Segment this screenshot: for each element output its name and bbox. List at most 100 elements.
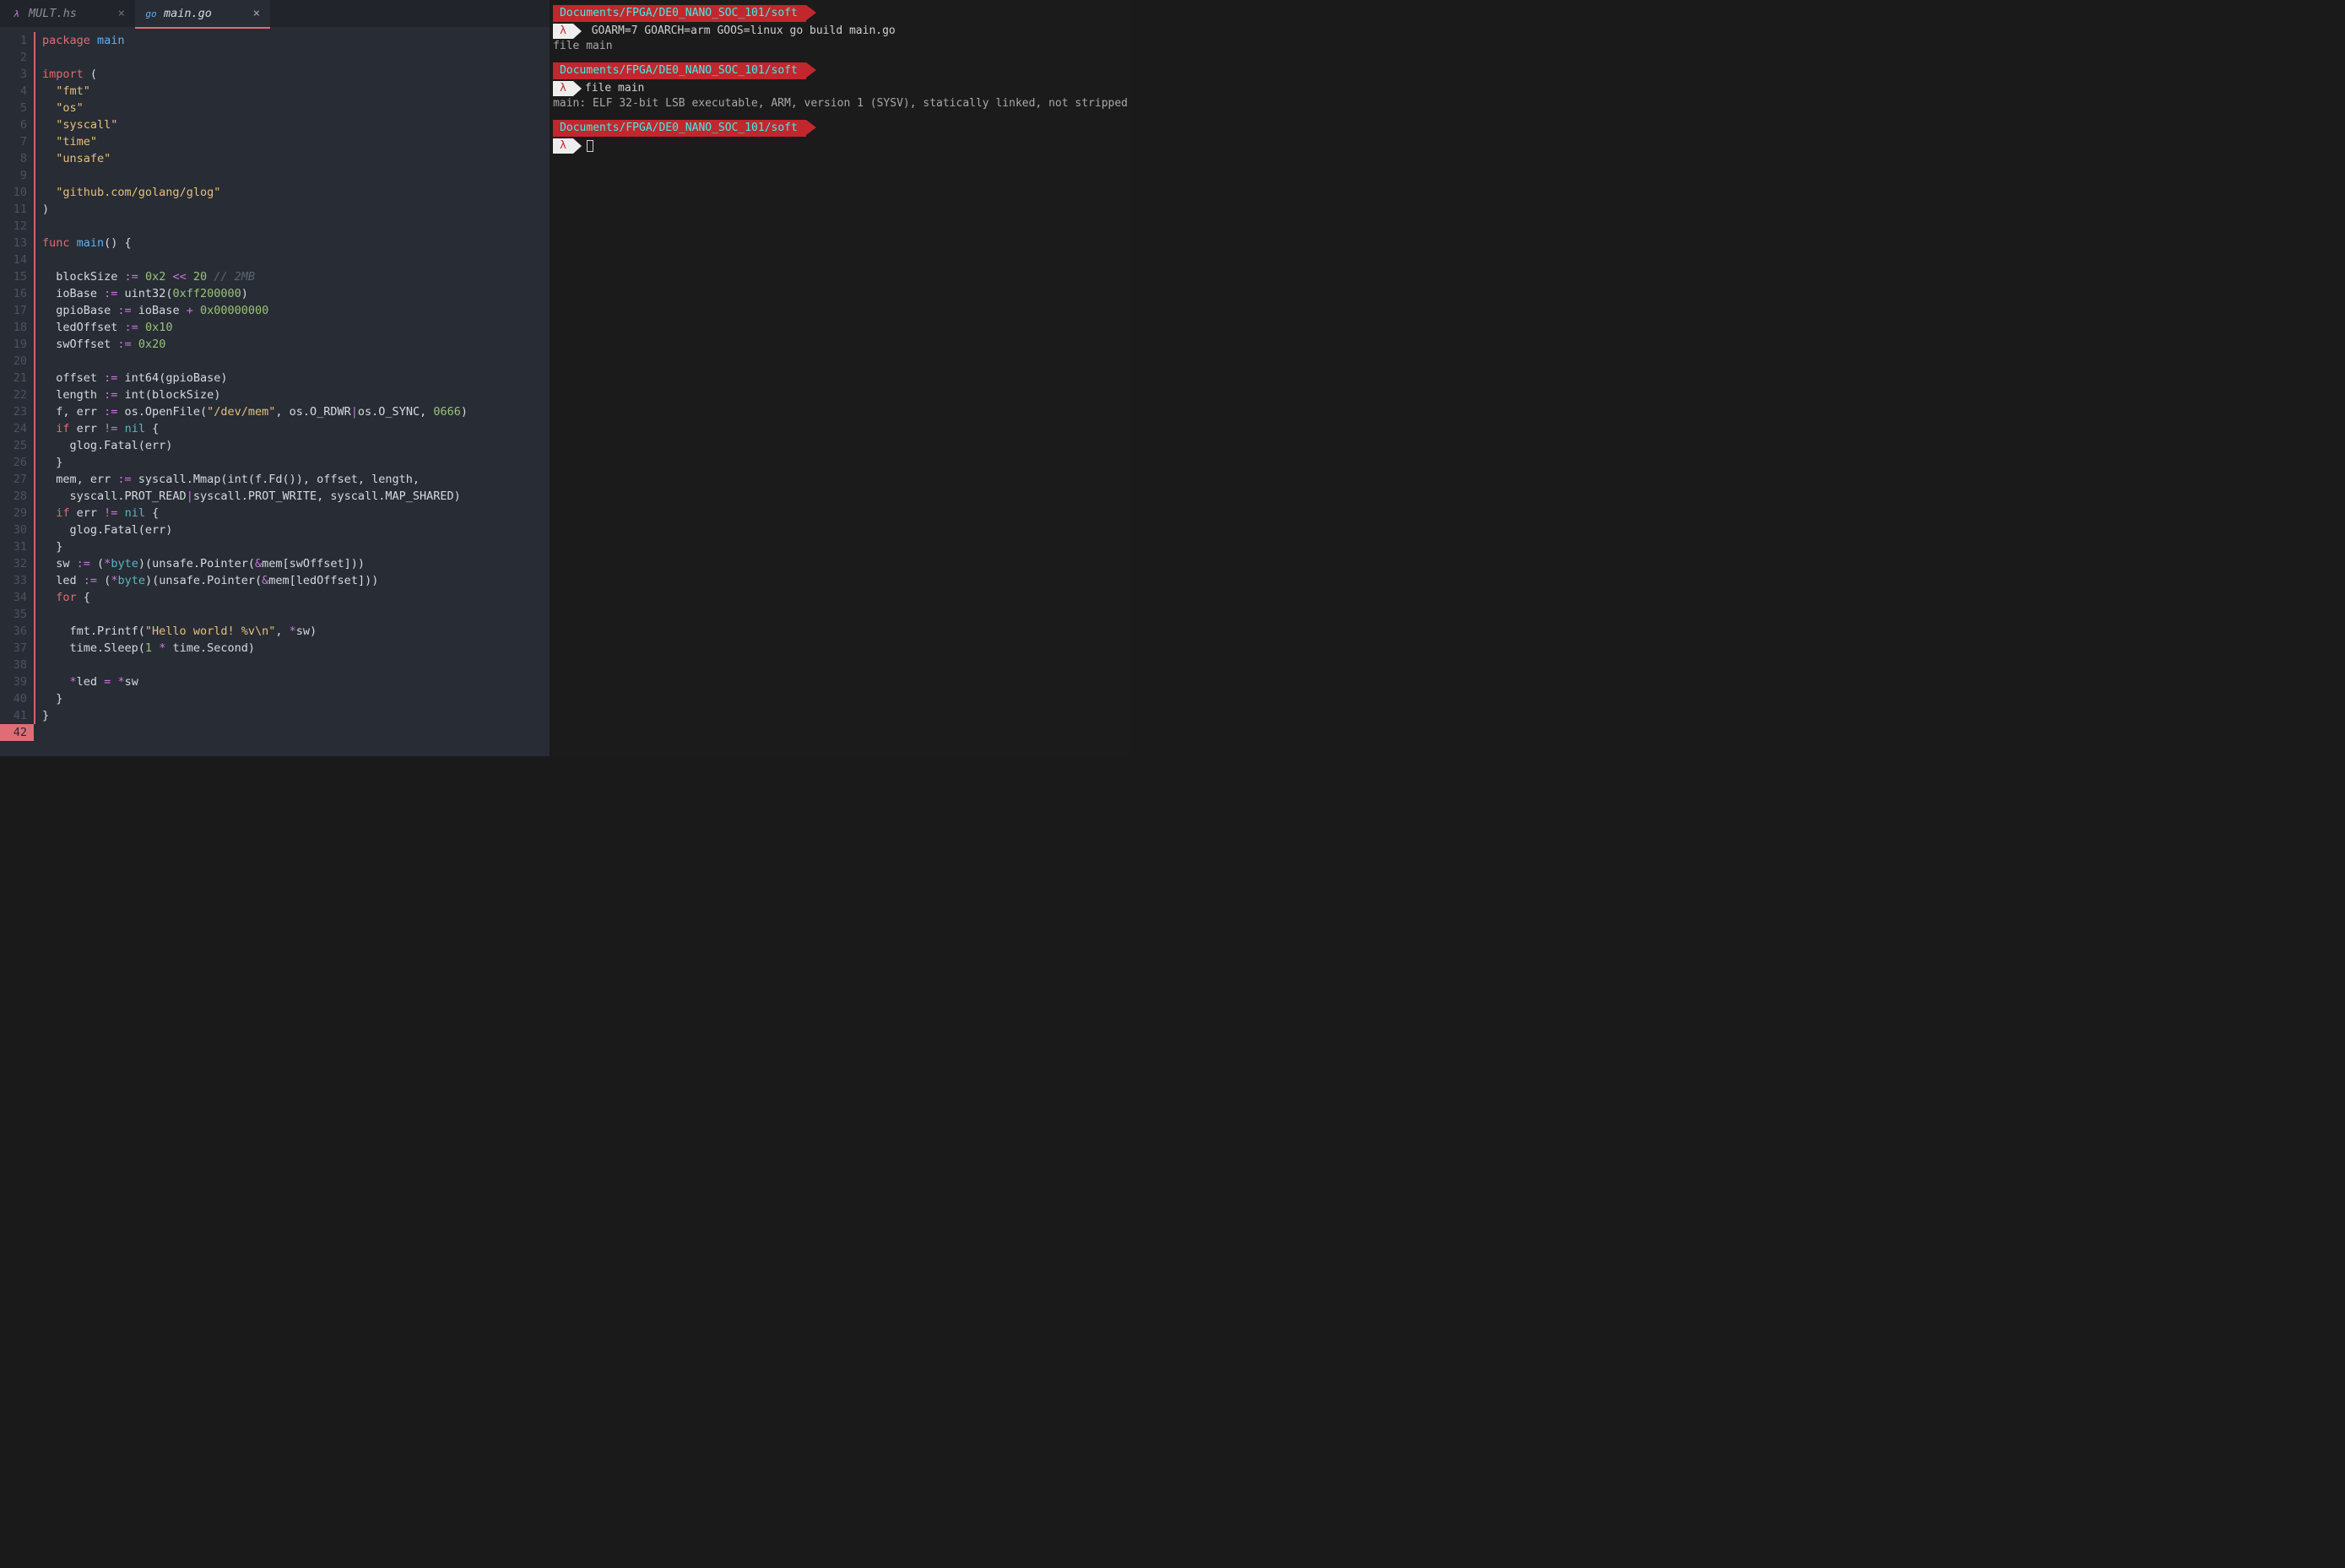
file-type-icon: go — [145, 8, 157, 19]
close-icon[interactable]: × — [253, 7, 260, 20]
tab-mult-hs[interactable]: λMULT.hs× — [0, 0, 135, 27]
code-line[interactable] — [34, 353, 550, 370]
token-op: := — [104, 405, 117, 419]
token-id — [117, 506, 124, 520]
token-kw: if — [56, 422, 69, 435]
line-number: 3 — [0, 66, 27, 83]
code-line[interactable] — [34, 49, 550, 66]
code-line[interactable] — [34, 218, 550, 235]
token-id: glog.Fatal(err) — [42, 523, 172, 537]
code-line[interactable]: glog.Fatal(err) — [34, 522, 550, 538]
close-icon[interactable]: × — [118, 7, 125, 20]
terminal-pane[interactable]: Documents/FPGA/DE0_NANO_SOC_101/softλ GO… — [550, 0, 1131, 756]
line-number: 23 — [0, 403, 27, 420]
code-line[interactable]: } — [34, 454, 550, 471]
code-line[interactable] — [34, 606, 550, 623]
code-line[interactable]: ledOffset := 0x10 — [34, 319, 550, 336]
line-number: 21 — [0, 370, 27, 387]
code-line[interactable]: func main() { — [34, 235, 550, 251]
token-fn: main — [77, 236, 105, 250]
code-line[interactable]: length := int(blockSize) — [34, 387, 550, 403]
code-line[interactable]: "fmt" — [34, 83, 550, 100]
token-op: := — [117, 304, 131, 317]
token-op: | — [187, 489, 193, 503]
token-id: () { — [104, 236, 132, 250]
token-id: length — [42, 388, 104, 402]
line-number: 30 — [0, 522, 27, 538]
token-ty: nil — [125, 422, 145, 435]
terminal-block: Documents/FPGA/DE0_NANO_SOC_101/softλfil… — [553, 62, 1128, 111]
line-number: 31 — [0, 538, 27, 555]
line-number: 29 — [0, 505, 27, 522]
code-line[interactable]: gpioBase := ioBase + 0x00000000 — [34, 302, 550, 319]
code-line[interactable]: if err != nil { — [34, 505, 550, 522]
token-id — [193, 304, 200, 317]
code-line[interactable]: import ( — [34, 66, 550, 83]
code-line[interactable]: "unsafe" — [34, 150, 550, 167]
line-number: 16 — [0, 285, 27, 302]
code-line[interactable]: if err != nil { — [34, 420, 550, 437]
line-number: 15 — [0, 268, 27, 285]
token-id: syscall.Mmap(int(f.Fd()), offset, length… — [132, 473, 420, 486]
line-number: 13 — [0, 235, 27, 251]
code-line[interactable]: "os" — [34, 100, 550, 116]
token-id: int(blockSize) — [117, 388, 220, 402]
token-id: { — [145, 506, 159, 520]
line-number: 20 — [0, 353, 27, 370]
token-ty: byte — [117, 574, 145, 587]
token-id: offset — [42, 371, 104, 385]
token-id: } — [42, 456, 62, 469]
code-line[interactable]: "syscall" — [34, 116, 550, 133]
code-line[interactable]: led := (*byte)(unsafe.Pointer(&mem[ledOf… — [34, 572, 550, 589]
token-id: time.Sleep( — [42, 641, 145, 655]
token-str: "Hello world! %v\n" — [145, 624, 275, 638]
terminal-command[interactable]: GOARM=7 GOARCH=arm GOOS=linux go build m… — [585, 24, 896, 39]
code-line[interactable]: fmt.Printf("Hello world! %v\n", *sw) — [34, 623, 550, 640]
token-id: ( — [90, 557, 104, 570]
code-line[interactable] — [34, 724, 550, 741]
code-line[interactable]: offset := int64(gpioBase) — [34, 370, 550, 387]
code-line[interactable] — [34, 657, 550, 673]
token-id: blockSize — [42, 270, 125, 284]
token-id — [42, 152, 56, 165]
code-body[interactable]: package main import ( "fmt" "os" "syscall… — [34, 32, 550, 756]
code-line[interactable] — [34, 251, 550, 268]
tab-main-go[interactable]: gomain.go× — [135, 0, 270, 27]
code-line[interactable]: ) — [34, 201, 550, 218]
code-line[interactable]: } — [34, 538, 550, 555]
code-line[interactable]: } — [34, 690, 550, 707]
code-line[interactable] — [34, 167, 550, 184]
code-line[interactable]: package main — [34, 32, 550, 49]
code-line[interactable]: *led = *sw — [34, 673, 550, 690]
tab-label: MULT.hs — [29, 7, 77, 20]
code-line[interactable]: "github.com/golang/glog" — [34, 184, 550, 201]
code-line[interactable]: syscall.PROT_READ|syscall.PROT_WRITE, sy… — [34, 488, 550, 505]
token-id — [42, 506, 56, 520]
code-line[interactable]: mem, err := syscall.Mmap(int(f.Fd()), of… — [34, 471, 550, 488]
code-line[interactable]: f, err := os.OpenFile("/dev/mem", os.O_R… — [34, 403, 550, 420]
code-area[interactable]: 1234567891011121314151617181920212223242… — [0, 27, 550, 756]
code-line[interactable]: swOffset := 0x20 — [34, 336, 550, 353]
token-op: := — [117, 338, 131, 351]
code-line[interactable]: "time" — [34, 133, 550, 150]
line-number: 36 — [0, 623, 27, 640]
prompt-cwd: Documents/FPGA/DE0_NANO_SOC_101/soft — [553, 5, 806, 22]
token-str: "os" — [56, 101, 84, 115]
token-op: << — [172, 270, 186, 284]
token-ty: nil — [125, 506, 145, 520]
code-line[interactable]: ioBase := uint32(0xff200000) — [34, 285, 550, 302]
code-line[interactable]: sw := (*byte)(unsafe.Pointer(&mem[swOffs… — [34, 555, 550, 572]
code-line[interactable]: } — [34, 707, 550, 724]
token-id: ledOffset — [42, 321, 125, 334]
token-id — [42, 422, 56, 435]
token-op: := — [125, 270, 138, 284]
token-op: := — [125, 321, 138, 334]
terminal-command[interactable]: file main — [585, 81, 644, 96]
line-number: 2 — [0, 49, 27, 66]
token-op: := — [104, 388, 117, 402]
token-id: ioBase — [42, 287, 104, 300]
code-line[interactable]: glog.Fatal(err) — [34, 437, 550, 454]
code-line[interactable]: blockSize := 0x2 << 20 // 2MB — [34, 268, 550, 285]
code-line[interactable]: for { — [34, 589, 550, 606]
code-line[interactable]: time.Sleep(1 * time.Second) — [34, 640, 550, 657]
